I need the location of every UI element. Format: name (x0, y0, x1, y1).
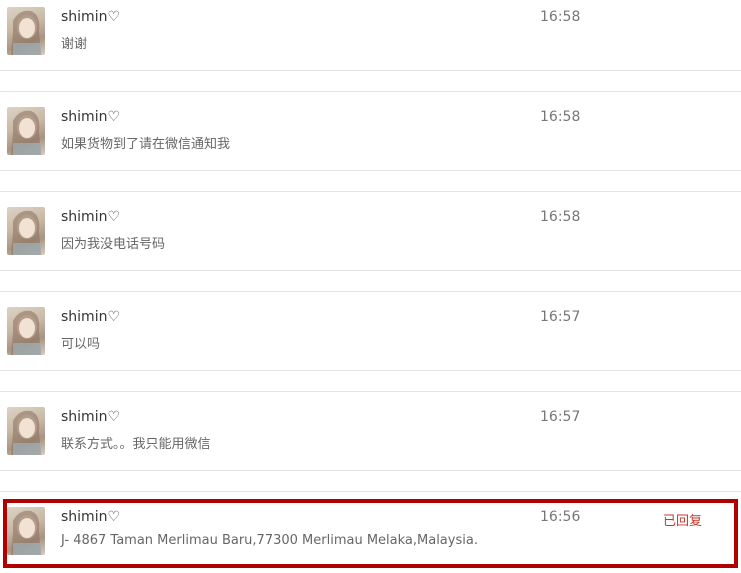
sender-name: shimin♡ (61, 109, 121, 125)
divider (0, 491, 741, 492)
sender-name: shimin♡ (61, 309, 121, 325)
avatar[interactable] (7, 407, 45, 455)
message-time: 16:58 (540, 109, 581, 125)
message-item[interactable]: shimin♡ 联系方式。。我只能用微信 16:57 (0, 400, 741, 462)
divider (0, 370, 741, 371)
divider (0, 191, 741, 192)
message-item[interactable]: shimin♡ 可以吗 16:57 (0, 300, 741, 362)
message-text: 可以吗 (61, 337, 101, 352)
message-item[interactable]: shimin♡ 谢谢 16:58 (0, 0, 741, 62)
sender-name: shimin♡ (61, 209, 121, 225)
divider (0, 270, 741, 271)
message-item[interactable]: shimin♡ 因为我没电话号码 16:58 (0, 200, 741, 262)
divider (0, 470, 741, 471)
divider (0, 391, 741, 392)
message-text: 联系方式。。我只能用微信 (61, 437, 211, 452)
message-time: 16:58 (540, 9, 581, 25)
message-time: 16:57 (540, 409, 581, 425)
avatar[interactable] (7, 207, 45, 255)
message-time: 16:58 (540, 209, 581, 225)
message-text: 因为我没电话号码 (61, 237, 166, 252)
avatar[interactable] (7, 107, 45, 155)
message-text: 谢谢 (61, 37, 88, 52)
sender-name: shimin♡ (61, 9, 121, 25)
message-time: 16:57 (540, 309, 581, 325)
divider (0, 170, 741, 171)
sender-name: shimin♡ (61, 409, 121, 425)
message-item[interactable]: shimin♡ 如果货物到了请在微信通知我 16:58 (0, 100, 741, 162)
message-text: 如果货物到了请在微信通知我 (61, 137, 231, 152)
avatar[interactable] (7, 7, 45, 55)
divider (0, 291, 741, 292)
avatar[interactable] (7, 307, 45, 355)
divider (0, 91, 741, 92)
highlight-box (3, 499, 738, 568)
divider (0, 70, 741, 71)
